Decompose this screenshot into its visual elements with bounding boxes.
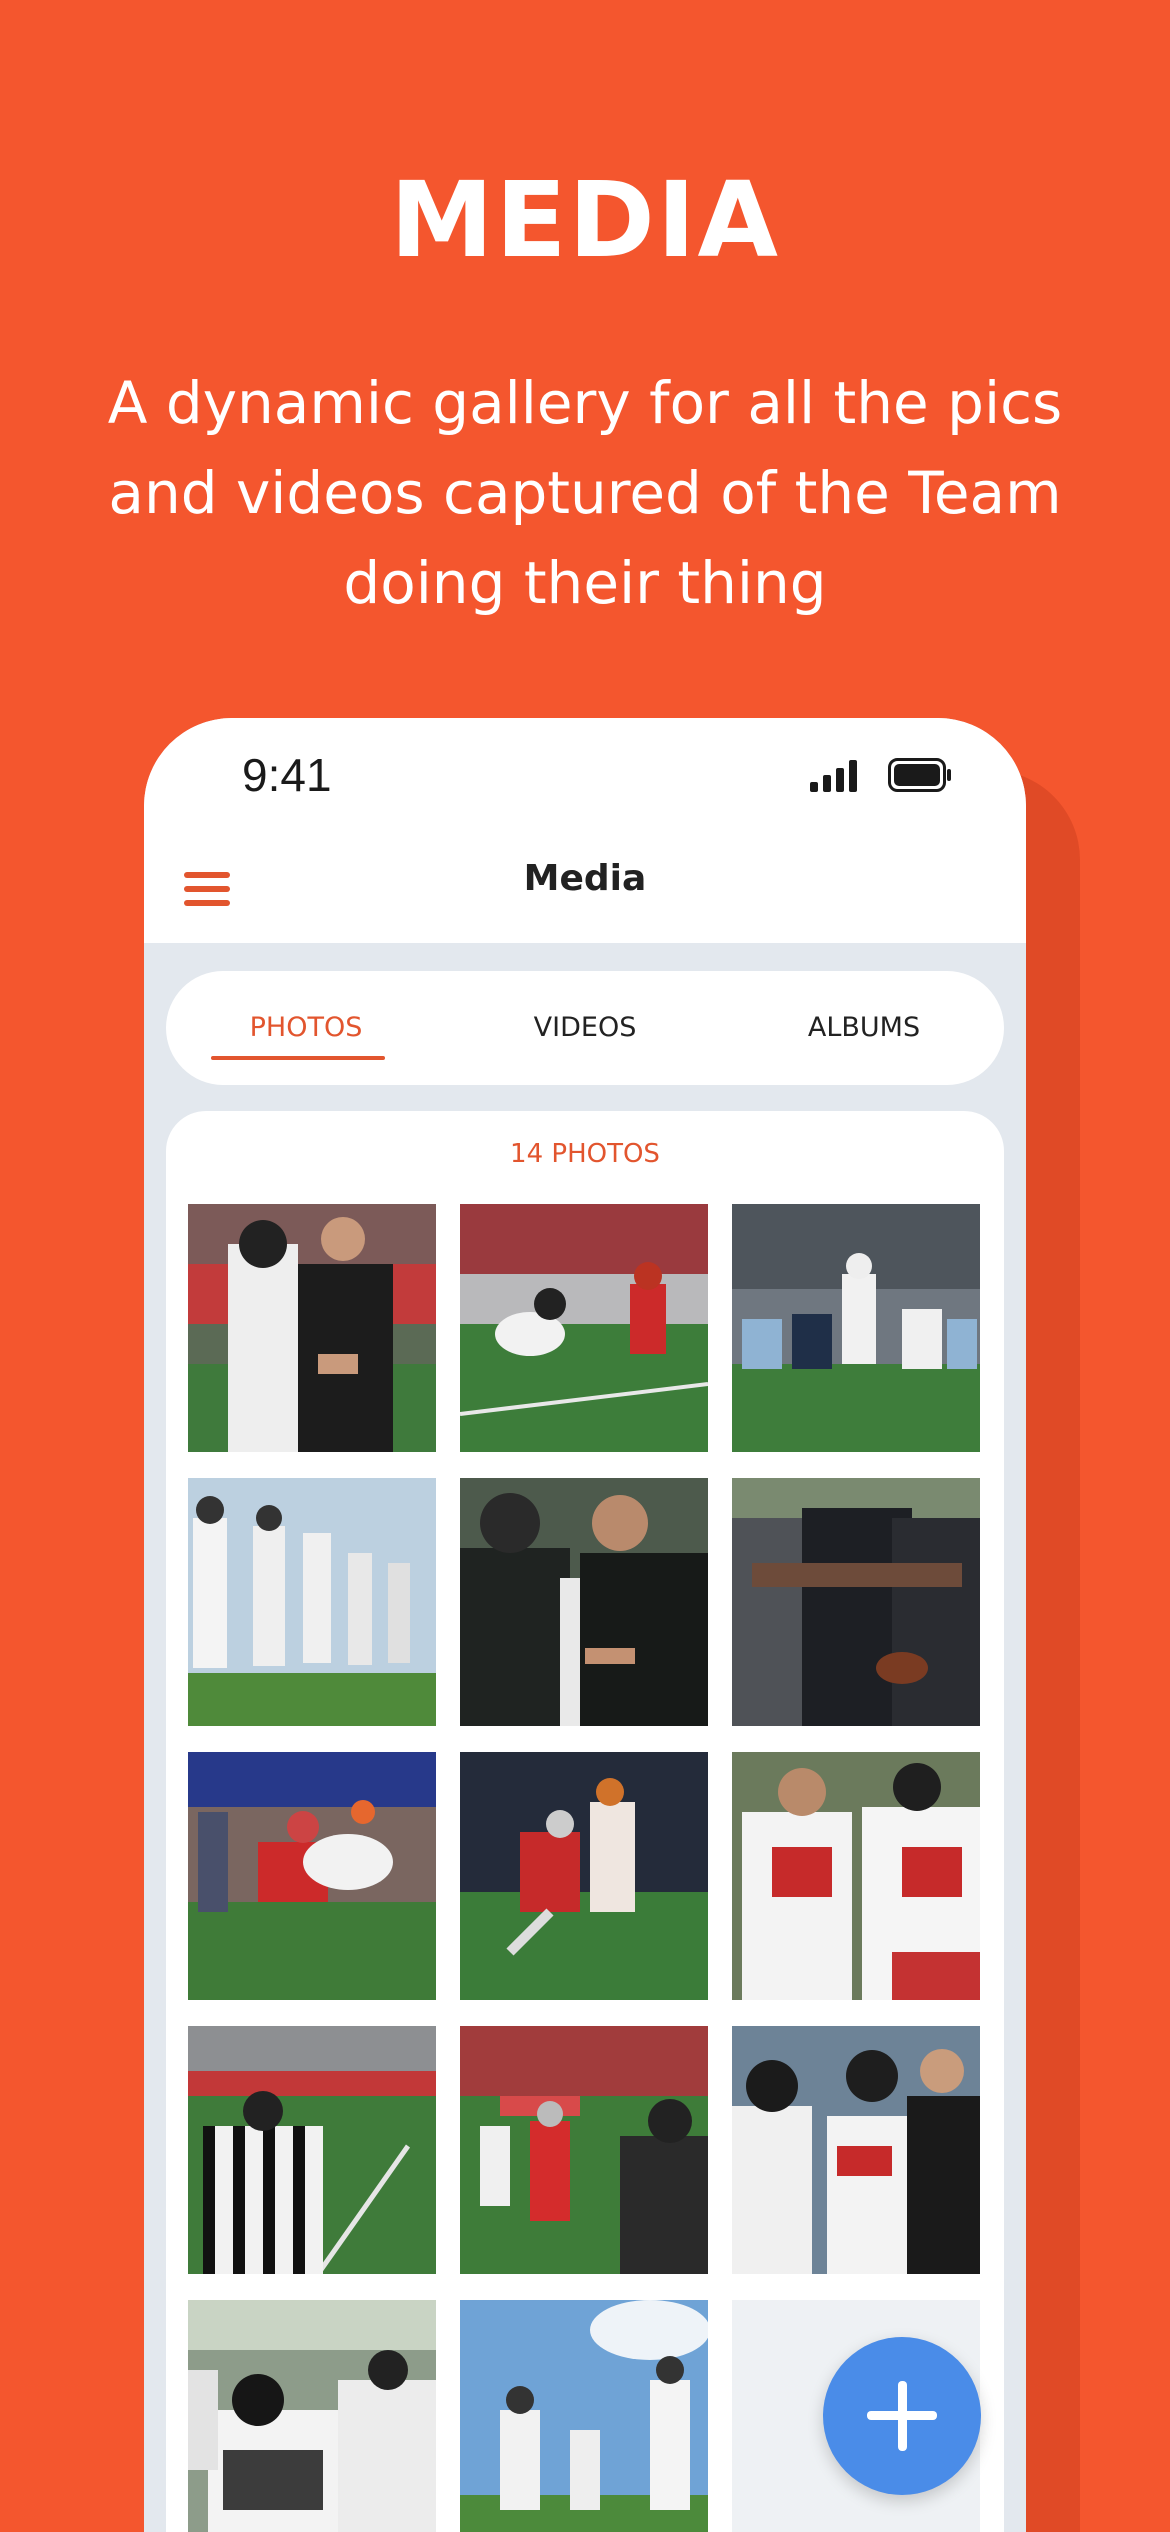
photo-thumbnail[interactable] xyxy=(188,2026,436,2274)
plus-icon-stroke xyxy=(898,2381,907,2451)
nav-bar: Media xyxy=(144,828,1026,943)
photo-thumbnail[interactable] xyxy=(188,1752,436,2000)
photo-thumbnail[interactable] xyxy=(732,1752,980,2000)
phone-frame: 9:41 Media PHOTOS VIDEOS ALBUMS 14 PHOTO… xyxy=(144,718,1026,2532)
active-tab-indicator xyxy=(211,1056,385,1060)
photo-thumbnail[interactable] xyxy=(460,1478,708,1726)
media-tabs: PHOTOS VIDEOS ALBUMS xyxy=(166,971,1004,1085)
photo-grid xyxy=(188,1204,980,2532)
photo-thumbnail[interactable] xyxy=(188,2300,436,2532)
photo-thumbnail[interactable] xyxy=(188,1204,436,1452)
photo-count: 14 PHOTOS xyxy=(510,1139,660,1169)
tab-albums[interactable]: ALBUMS xyxy=(724,971,1004,1085)
promo-title: MEDIA xyxy=(389,159,781,281)
photo-thumbnail[interactable] xyxy=(188,1478,436,1726)
promo-subtitle: A dynamic gallery for all the pics and v… xyxy=(107,369,1063,617)
page-title: Media xyxy=(523,858,647,899)
photo-thumbnail[interactable] xyxy=(460,2026,708,2274)
tab-photos[interactable]: PHOTOS xyxy=(166,971,446,1085)
photo-gallery: 14 PHOTOS xyxy=(166,1111,1004,2532)
add-media-button[interactable] xyxy=(823,2337,981,2495)
photo-thumbnail[interactable] xyxy=(460,1752,708,2000)
photo-thumbnail[interactable] xyxy=(460,2300,708,2532)
photo-thumbnail[interactable] xyxy=(732,1478,980,1726)
photo-thumbnail[interactable] xyxy=(732,1204,980,1452)
photo-thumbnail[interactable] xyxy=(732,2026,980,2274)
cellular-signal-icon xyxy=(810,760,857,792)
tab-videos[interactable]: VIDEOS xyxy=(445,971,725,1085)
photo-thumbnail[interactable] xyxy=(460,1204,708,1452)
battery-icon xyxy=(888,758,951,792)
status-time: 9:41 xyxy=(242,749,332,801)
status-bar: 9:41 xyxy=(144,718,1026,828)
